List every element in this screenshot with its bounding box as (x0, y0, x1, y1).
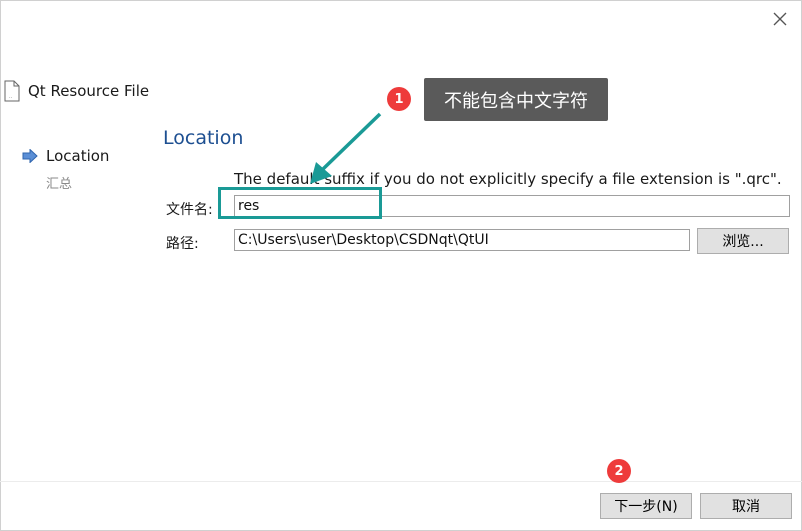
close-icon (773, 12, 787, 26)
wizard-steps: Location 汇总 (22, 146, 109, 192)
annotation-arrow-icon (310, 112, 382, 184)
annotation-badge-2: 2 (607, 459, 631, 483)
footer-divider (0, 481, 802, 482)
path-input[interactable] (234, 229, 690, 251)
step-summary: 汇总 (22, 172, 109, 192)
wizard-title-text: Qt Resource File (28, 82, 150, 100)
annotation-badge-1: 1 (387, 87, 411, 111)
svg-text:..: .. (9, 94, 13, 100)
file-name-label: 文件名: (166, 202, 213, 218)
path-label: 路径: (166, 236, 199, 252)
step-label: Location (46, 147, 110, 165)
step-label: 汇总 (46, 176, 73, 192)
cancel-button[interactable]: 取消 (700, 493, 792, 519)
close-button[interactable] (766, 6, 794, 32)
page-title: Location (163, 127, 244, 149)
browse-button[interactable]: 浏览... (697, 228, 789, 254)
annotation-note: 不能包含中文字符 (424, 78, 608, 121)
arrow-right-icon (22, 149, 38, 163)
wizard-title: .. Qt Resource File (4, 80, 149, 102)
document-icon: .. (4, 80, 20, 102)
next-button[interactable]: 下一步(N) (600, 493, 692, 519)
step-location: Location (22, 146, 109, 166)
